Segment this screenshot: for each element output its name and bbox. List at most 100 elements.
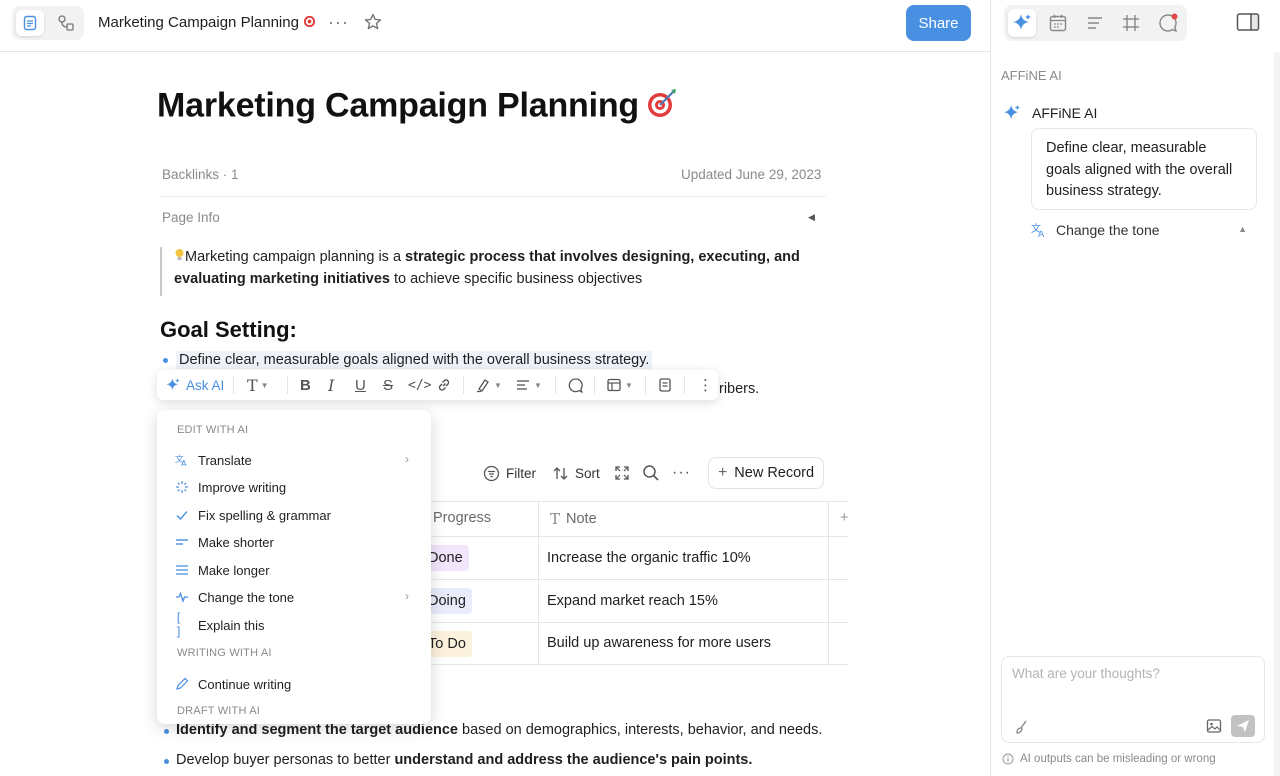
send-button[interactable] xyxy=(1231,715,1255,737)
ai-name: AFFiNE AI xyxy=(1032,105,1098,121)
brush-icon xyxy=(1016,720,1027,734)
share-button[interactable]: Share xyxy=(906,5,971,41)
image-icon xyxy=(1206,719,1222,733)
expand-icon xyxy=(615,466,629,480)
ask-ai-button[interactable]: Ask AI xyxy=(165,375,224,395)
convert-block-button[interactable]: ▼ xyxy=(606,375,633,395)
page-mode-button[interactable] xyxy=(16,10,44,36)
list-item[interactable]: Define clear, measurable goals aligned w… xyxy=(163,351,653,369)
toggle-sidebar-button[interactable] xyxy=(1236,12,1260,37)
sort-icon xyxy=(553,466,568,480)
menu-item-explain[interactable]: [ ] Explain this xyxy=(175,611,413,639)
filter-button[interactable]: Filter xyxy=(483,457,536,489)
updated-date: Updated June 29, 2023 xyxy=(681,167,822,182)
divider xyxy=(160,196,826,197)
expand-arrow-icon[interactable]: ◀ xyxy=(808,212,815,223)
favorite-button[interactable] xyxy=(363,12,383,37)
strikethrough-icon: S xyxy=(383,376,394,394)
table-border xyxy=(420,579,848,580)
menu-item-make-shorter[interactable]: Make shorter xyxy=(175,531,413,553)
menu-item-label: Improve writing xyxy=(198,479,287,495)
highlight-button[interactable]: ▼ xyxy=(475,375,502,395)
list-item-partial[interactable]: ribers. xyxy=(719,381,759,397)
collapse-arrow-icon[interactable]: ▲ xyxy=(1238,224,1247,234)
tab-ai[interactable] xyxy=(1008,9,1036,37)
column-header-note[interactable]: T Note xyxy=(550,510,597,528)
quote-block[interactable]: Marketing campaign planning is a strateg… xyxy=(160,247,820,296)
table-border xyxy=(420,664,848,665)
more-options-button[interactable]: ··· xyxy=(328,12,349,33)
attach-image-button[interactable] xyxy=(1206,718,1222,739)
chevron-right-icon: › xyxy=(405,589,409,603)
ask-ai-label: Ask AI xyxy=(186,377,225,393)
menu-item-fix-spelling[interactable]: Fix spelling & grammar xyxy=(175,504,413,526)
toolbar-divider xyxy=(463,376,464,394)
align-button[interactable]: ▼ xyxy=(515,375,542,395)
clear-brush-button[interactable] xyxy=(1014,719,1030,740)
chat-placeholder: What are your thoughts? xyxy=(1012,666,1160,681)
bold-button[interactable]: B xyxy=(300,375,311,395)
chevron-down-icon: ▼ xyxy=(625,380,633,390)
table-cell[interactable]: Increase the organic traffic 10% xyxy=(547,550,751,566)
scrollbar[interactable] xyxy=(1274,52,1280,776)
ai-action-change-tone[interactable]: 文A Change the tone ▲ xyxy=(1031,220,1251,240)
list-item[interactable]: Identify and segment the target audience… xyxy=(164,722,822,738)
menu-item-change-tone[interactable]: Change the tone › xyxy=(175,586,413,608)
comment-button[interactable] xyxy=(567,375,584,395)
ai-sparkle-icon xyxy=(1013,14,1031,30)
page-title[interactable]: Marketing Campaign Planning xyxy=(157,86,679,129)
menu-item-translate[interactable]: 文A Translate › xyxy=(175,449,413,471)
menu-item-continue-writing[interactable]: Continue writing xyxy=(175,673,413,695)
chevron-down-icon: ▼ xyxy=(534,380,542,390)
search-button[interactable] xyxy=(642,457,660,489)
tab-journal[interactable] xyxy=(1044,9,1072,37)
edgeless-mode-button[interactable] xyxy=(52,10,80,36)
more-vertical-icon[interactable]: ⋮ xyxy=(698,375,713,395)
ai-chat-input[interactable]: What are your thoughts? xyxy=(1001,656,1265,743)
menu-item-label: Fix spelling & grammar xyxy=(198,507,331,523)
page-icon xyxy=(23,15,37,31)
text-type-icon: T xyxy=(247,375,258,395)
italic-button[interactable]: I xyxy=(328,375,334,395)
code-button[interactable]: </> xyxy=(408,375,431,395)
table-border xyxy=(420,501,848,502)
underline-button[interactable]: U xyxy=(355,375,366,395)
tab-outline[interactable] xyxy=(1081,9,1109,37)
heading-goal-setting[interactable]: Goal Setting: xyxy=(160,317,297,343)
svg-text:A: A xyxy=(181,459,187,468)
panel-divider xyxy=(990,0,991,776)
expand-button[interactable] xyxy=(614,457,630,489)
ai-message-header: AFFiNE AI xyxy=(1002,103,1097,123)
search-icon xyxy=(643,465,659,481)
app-root: Marketing Campaign Planning ··· Share AF… xyxy=(0,0,1280,776)
add-column-button[interactable]: + xyxy=(840,510,848,526)
doc-title-breadcrumb[interactable]: Marketing Campaign Planning xyxy=(98,14,316,31)
align-left-icon xyxy=(517,380,529,390)
new-record-button[interactable]: + New Record xyxy=(708,457,824,489)
more-icon[interactable]: ··· xyxy=(672,457,691,489)
mode-switch xyxy=(12,6,84,40)
table-cell[interactable]: Build up awareness for more users xyxy=(547,635,771,651)
text-type-button[interactable]: T ▼ xyxy=(247,375,269,395)
underline-icon: U xyxy=(355,376,366,394)
ai-sparkle-icon xyxy=(166,378,180,391)
highlighter-icon xyxy=(477,379,489,393)
star-icon xyxy=(364,13,382,30)
send-icon xyxy=(1237,720,1249,732)
menu-item-label: Change the tone xyxy=(198,589,295,605)
menu-item-improve-writing[interactable]: Improve writing xyxy=(175,476,413,498)
list-item[interactable]: Develop buyer personas to better underst… xyxy=(164,752,752,768)
tab-frames[interactable] xyxy=(1117,9,1145,37)
backlinks-count[interactable]: Backlinks · 1 xyxy=(162,167,239,182)
tab-comments[interactable] xyxy=(1154,9,1182,37)
page-info-toggle[interactable]: Page Info xyxy=(162,210,220,225)
database-table: Progress T Note + Done Increase the orga… xyxy=(413,501,848,665)
table-cell[interactable]: Expand market reach 15% xyxy=(547,593,718,609)
sort-button[interactable]: Sort xyxy=(552,457,600,489)
menu-item-make-longer[interactable]: Make longer xyxy=(175,559,413,581)
copy-block-button[interactable] xyxy=(657,375,673,395)
strikethrough-button[interactable]: S xyxy=(383,375,393,395)
link-button[interactable] xyxy=(436,375,452,395)
translate-icon: 文A xyxy=(1031,222,1045,238)
table-border xyxy=(828,501,829,665)
